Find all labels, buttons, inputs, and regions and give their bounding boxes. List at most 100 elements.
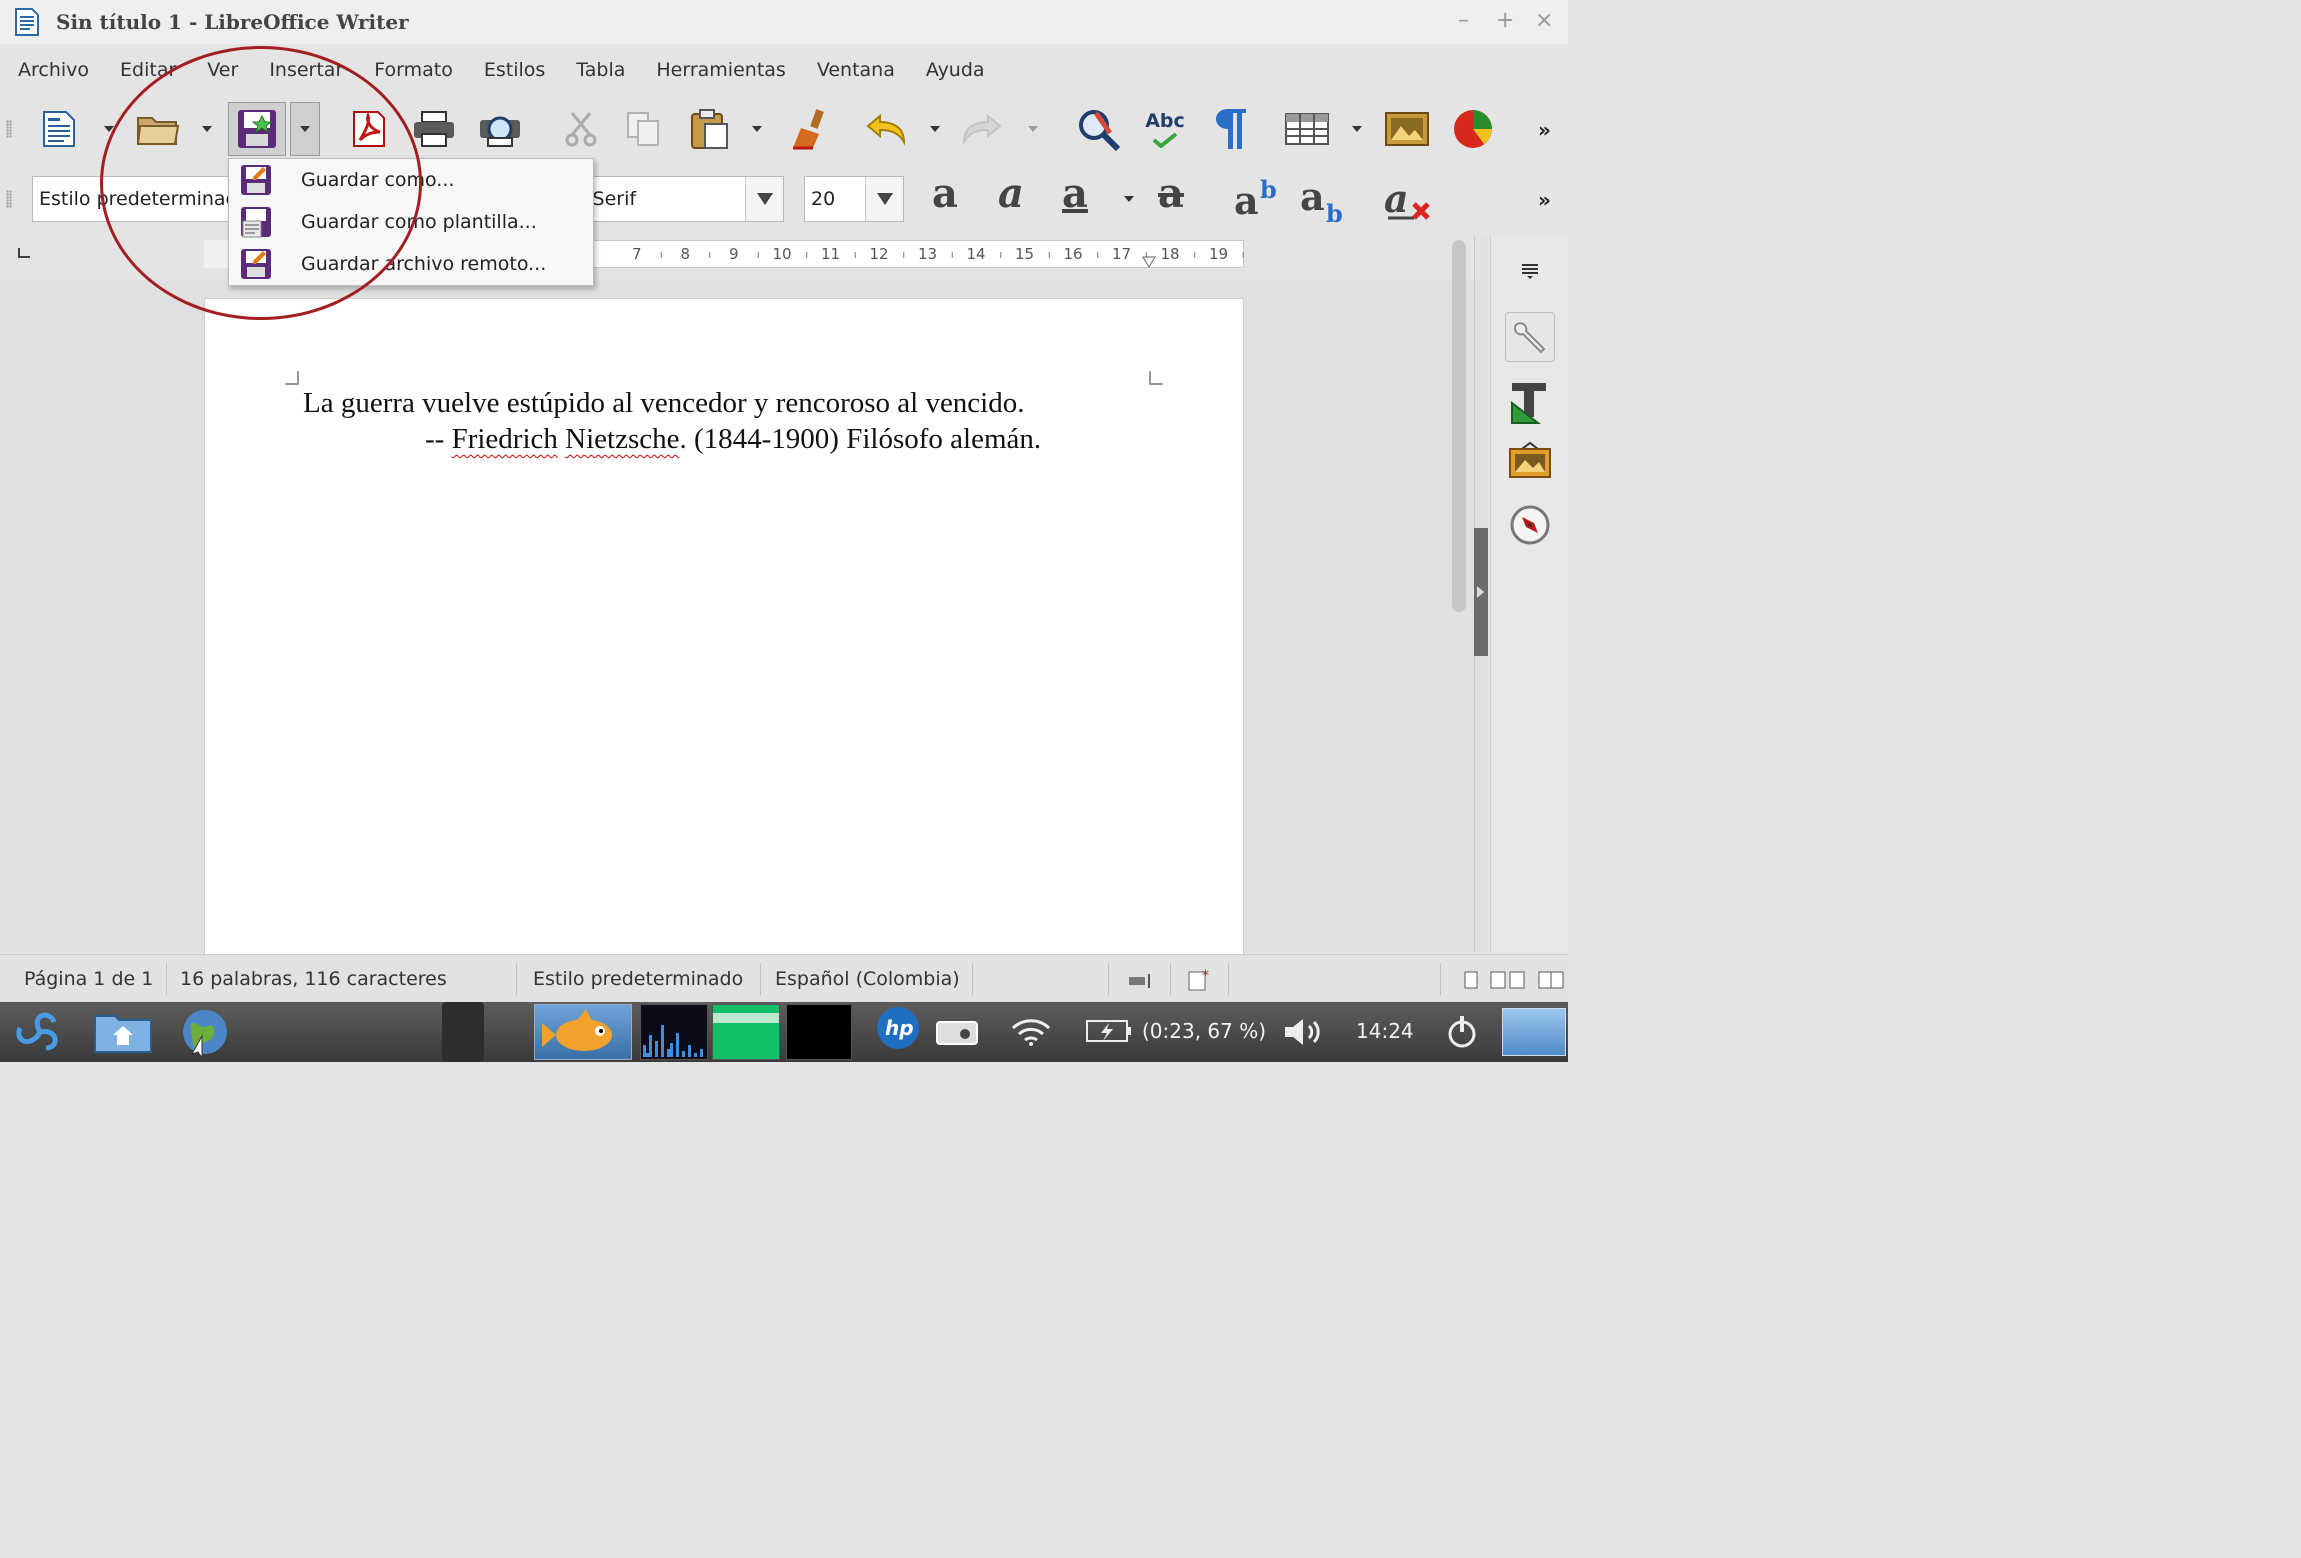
document-modified-icon[interactable]: * [1188,968,1212,995]
italic-icon[interactable]: a [998,170,1024,217]
menu-insertar[interactable]: Insertar [269,59,343,81]
clear-formatting-icon[interactable]: a [1382,174,1436,224]
insert-table-icon[interactable] [1282,108,1332,150]
navigator-compass-icon[interactable] [1505,500,1555,550]
print-preview-icon[interactable] [476,108,524,150]
menu-ayuda[interactable]: Ayuda [926,59,985,81]
ruler-number: 13 [918,245,938,263]
sidebar-collapse-handle[interactable] [1474,528,1488,656]
menu-ver[interactable]: Ver [207,59,238,81]
start-menu-icon[interactable] [10,1006,70,1058]
page-style[interactable]: Estilo predeterminado [533,968,743,990]
font-name-dropdown-button[interactable] [745,177,783,221]
insert-image-icon[interactable] [1382,106,1432,152]
menu-herramientas[interactable]: Herramientas [656,59,785,81]
word-count[interactable]: 16 palabras, 116 caracteres [180,968,447,990]
bold-icon[interactable]: a [932,170,958,217]
undo-dropdown-arrow[interactable] [930,126,940,132]
clone-formatting-icon[interactable] [786,106,832,152]
web-browser-icon[interactable] [176,1006,234,1058]
storage-drive-icon[interactable] [934,1014,980,1050]
wifi-icon[interactable] [1008,1014,1054,1050]
copy-icon[interactable] [622,108,664,150]
formatting-overflow-button[interactable]: » [1538,188,1551,212]
new-dropdown-arrow[interactable] [104,126,114,132]
maximize-button[interactable]: + [1496,8,1514,33]
paste-dropdown-arrow[interactable] [752,126,762,132]
menu-item-save-as[interactable]: Guardar como... [229,159,593,201]
misspelled-word[interactable]: Friedrich [452,423,558,455]
sidebar-menu-icon[interactable] [1505,246,1555,296]
document-page[interactable]: La guerra vuelve estúpido al vencedor y … [204,298,1244,958]
menu-editar[interactable]: Editar [120,59,176,81]
multi-page-view-icon[interactable] [1490,971,1528,993]
page-count[interactable]: Página 1 de 1 [24,968,153,990]
formatting-toolbar-grip[interactable] [6,190,12,208]
minimize-button[interactable]: – [1458,8,1469,33]
single-page-view-icon[interactable] [1462,971,1480,993]
power-settings-icon[interactable] [1440,1012,1484,1052]
menu-formato[interactable]: Formato [374,59,453,81]
right-margin-marker[interactable] [1142,256,1156,268]
spellcheck-icon[interactable]: Abc [1136,104,1194,154]
gallery-icon[interactable] [1505,436,1555,486]
toolbar-grip[interactable] [6,120,12,138]
quote-line[interactable]: La guerra vuelve estúpido al vencedor y … [303,387,1025,420]
hp-logo-icon[interactable]: hp [874,1004,922,1052]
attribution-line[interactable]: -- Friedrich Nietzsche. (1844-1900) Filó… [425,423,1041,456]
cut-icon[interactable] [560,108,602,150]
cpu-monitor-graph[interactable] [640,1004,708,1060]
superscript-icon[interactable]: ab [1232,174,1286,224]
properties-wrench-icon[interactable] [1505,312,1555,362]
underline-dropdown-arrow[interactable] [1124,196,1134,202]
insert-mode-icon[interactable] [1128,973,1152,993]
find-replace-icon[interactable] [1074,106,1124,152]
menu-tabla[interactable]: Tabla [576,59,625,81]
styles-icon[interactable] [1505,378,1555,428]
new-document-icon[interactable] [38,108,80,150]
menu-item-save-remote[interactable]: Guardar archivo remoto... [229,243,593,285]
battery-status[interactable]: (0:23, 67 %) [1142,1019,1266,1043]
menu-item-save-as-template[interactable]: Guardar como plantilla... [229,201,593,243]
book-view-icon[interactable] [1538,971,1566,993]
show-desktop-icon[interactable] [1502,1008,1566,1056]
underline-icon[interactable]: a [1062,170,1088,217]
insert-chart-icon[interactable] [1448,106,1498,152]
open-dropdown-arrow[interactable] [202,126,212,132]
export-pdf-icon[interactable] [348,108,390,150]
svg-text:hp: hp [885,1016,914,1040]
volume-icon[interactable] [1280,1014,1326,1050]
table-dropdown-arrow[interactable] [1352,126,1362,132]
paste-icon[interactable] [686,106,732,152]
redo-dropdown-arrow[interactable] [1028,126,1038,132]
home-folder-icon[interactable] [92,1008,154,1056]
vertical-scrollbar[interactable] [1452,240,1466,612]
writer-task-button[interactable] [534,1004,632,1060]
menu-estilos[interactable]: Estilos [484,59,545,81]
battery-icon[interactable] [1084,1016,1134,1046]
text-language[interactable]: Español (Colombia) [775,968,960,990]
save-icon[interactable] [228,102,286,156]
print-icon[interactable] [410,108,458,150]
close-button[interactable]: × [1535,8,1553,33]
memory-monitor-graph[interactable] [712,1004,780,1060]
open-folder-icon[interactable] [134,108,182,150]
font-size-dropdown-button[interactable] [865,177,903,221]
clock[interactable]: 14:24 [1356,1019,1414,1043]
misspelled-word[interactable]: Nietzsche [565,423,679,455]
toolbar-overflow-button[interactable]: » [1538,118,1551,142]
redo-icon[interactable] [958,108,1006,150]
network-monitor-graph[interactable] [786,1004,852,1060]
undo-icon[interactable] [862,108,910,150]
formatting-marks-icon[interactable] [1206,104,1256,154]
strikethrough-icon[interactable]: a [1158,170,1184,217]
menu-item-label: Guardar como... [301,169,455,191]
tab-stop-selector[interactable] [18,248,30,258]
font-size-field[interactable]: 20 [804,176,904,222]
menu-ventana[interactable]: Ventana [817,59,895,81]
save-dropdown-button[interactable] [290,102,320,156]
subscript-icon[interactable]: ab [1298,174,1352,224]
paragraph-style-value: Estilo predeterminado [39,188,250,210]
menu-archivo[interactable]: Archivo [18,59,89,81]
svg-text:a: a [1384,176,1409,221]
